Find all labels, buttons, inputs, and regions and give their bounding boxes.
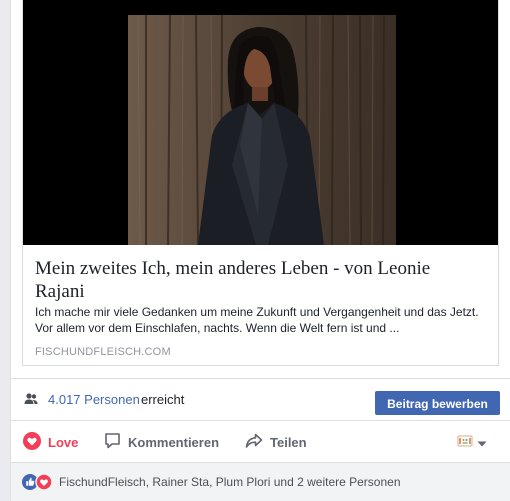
link-domain: FISCHUNDFLEISCH.COM: [35, 346, 171, 358]
comment-icon: [104, 432, 121, 452]
woman-portrait-photo[interactable]: [128, 15, 396, 245]
page-avatar-icon: [457, 434, 473, 453]
link-preview-media[interactable]: [23, 0, 498, 245]
reaction-icons[interactable]: [22, 473, 54, 491]
post-as-selector[interactable]: [457, 435, 493, 451]
boost-post-button[interactable]: Beitrag bewerben: [375, 391, 500, 415]
post-actions: Love Kommentieren Teilen: [11, 420, 510, 463]
post-card: Mein zweites Ich, mein anderes Leben - v…: [10, 0, 510, 501]
comment-label: Kommentieren: [128, 434, 220, 450]
share-label: Teilen: [270, 434, 307, 450]
love-button[interactable]: Love: [23, 421, 78, 463]
reach-label: erreicht: [141, 392, 185, 407]
link-description: Ich mache mir viele Gedanken um meine Zu…: [35, 305, 479, 335]
reaction-names[interactable]: FischundFleisch, Rainer Sta, Plum Plori …: [59, 475, 401, 489]
comment-button[interactable]: Kommentieren: [104, 421, 219, 463]
people-icon: [24, 392, 38, 406]
link-preview[interactable]: Mein zweites Ich, mein anderes Leben - v…: [22, 0, 499, 366]
reach-bar: 4.017 Personen erreicht Beitrag bewerben: [11, 378, 510, 421]
love-icon: [35, 473, 53, 491]
share-icon: [245, 432, 263, 452]
love-icon: [23, 431, 41, 453]
love-label: Love: [48, 434, 79, 450]
share-button[interactable]: Teilen: [245, 421, 307, 463]
chevron-down-icon: [477, 434, 487, 452]
link-title[interactable]: Mein zweites Ich, mein anderes Leben - v…: [35, 257, 475, 303]
reactions-summary[interactable]: FischundFleisch, Rainer Sta, Plum Plori …: [11, 462, 510, 501]
reach-count-link[interactable]: 4.017 Personen: [48, 392, 140, 407]
